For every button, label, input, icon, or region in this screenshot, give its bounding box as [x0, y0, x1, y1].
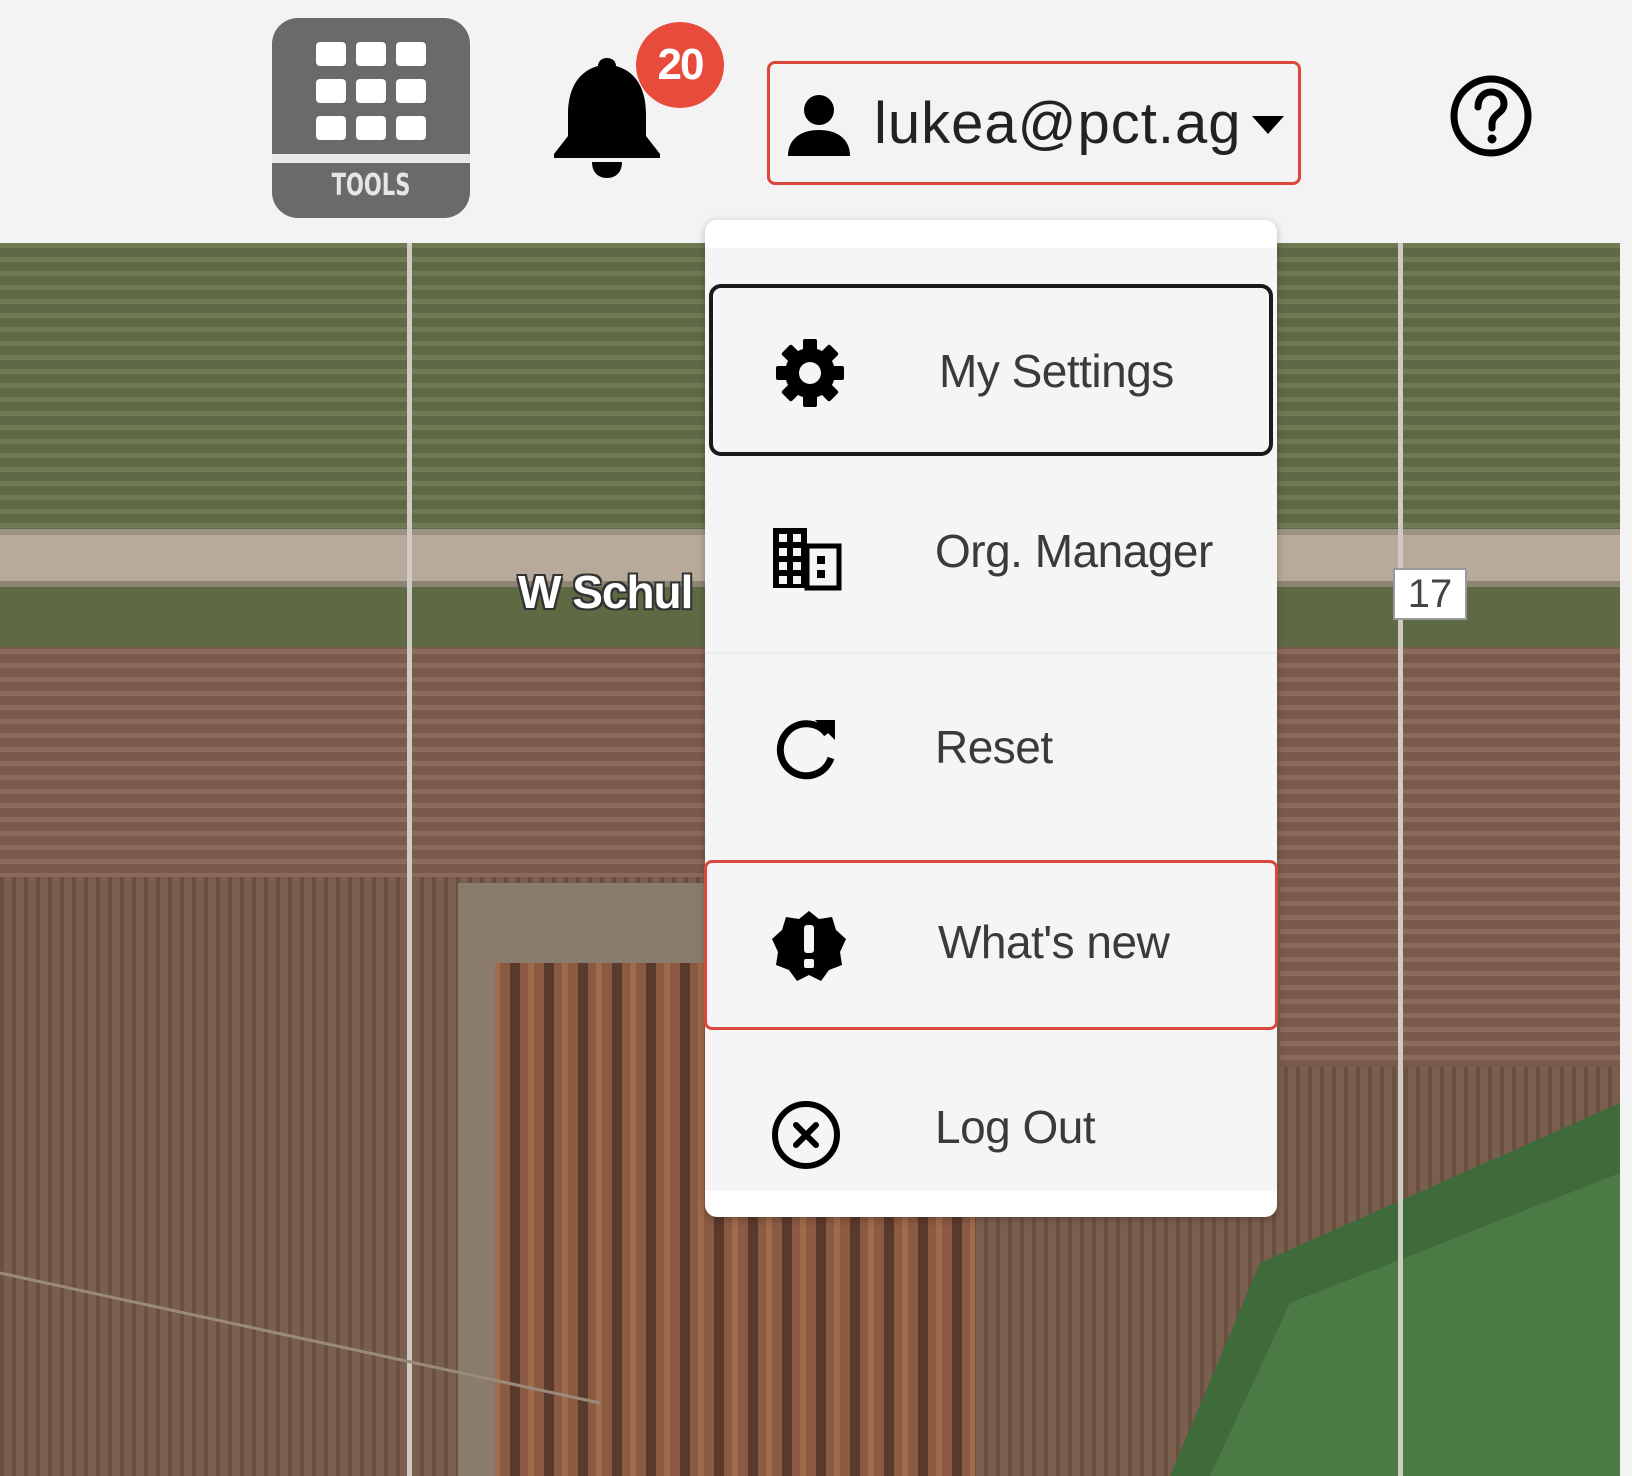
route-marker: 17 — [1393, 568, 1467, 620]
user-dropdown-menu: My Settings Org. Manager Reset What's ne… — [704, 220, 1278, 1217]
user-menu-button[interactable]: lukea@pct.ag — [767, 61, 1301, 185]
notification-count-badge: 20 — [636, 22, 724, 108]
menu-item-label: What's new — [938, 916, 1170, 968]
menu-item-whats-new[interactable]: What's new — [704, 860, 1278, 1030]
menu-item-my-settings[interactable]: My Settings — [709, 284, 1273, 456]
menu-item-label: Org. Manager — [935, 525, 1213, 577]
menu-item-label: My Settings — [939, 345, 1174, 397]
refresh-icon — [776, 720, 835, 780]
user-email: lukea@pct.ag — [874, 91, 1242, 156]
chevron-down-icon — [1252, 116, 1284, 134]
tools-button[interactable]: TOOLS — [272, 18, 470, 218]
menu-item-label: Reset — [935, 721, 1053, 773]
menu-item-label: Log Out — [935, 1101, 1096, 1153]
top-bar: TOOLS 20 lukea@pct.ag — [0, 0, 1632, 243]
tools-divider — [272, 154, 470, 163]
menu-item-log-out[interactable]: Log Out — [705, 1038, 1277, 1218]
menu-list: My Settings Org. Manager Reset What's ne… — [704, 248, 1278, 1191]
alert-badge-icon — [772, 911, 846, 981]
building-icon — [773, 528, 842, 591]
user-icon — [788, 95, 850, 156]
road-label: W Schul — [518, 566, 693, 618]
grid-icon — [316, 42, 426, 140]
close-circle-icon — [772, 1101, 840, 1169]
gear-icon — [776, 339, 844, 407]
menu-item-org-manager[interactable]: Org. Manager — [705, 460, 1277, 654]
tools-label: TOOLS — [331, 168, 411, 203]
menu-item-reset[interactable]: Reset — [705, 654, 1277, 850]
help-icon[interactable] — [1449, 74, 1533, 158]
